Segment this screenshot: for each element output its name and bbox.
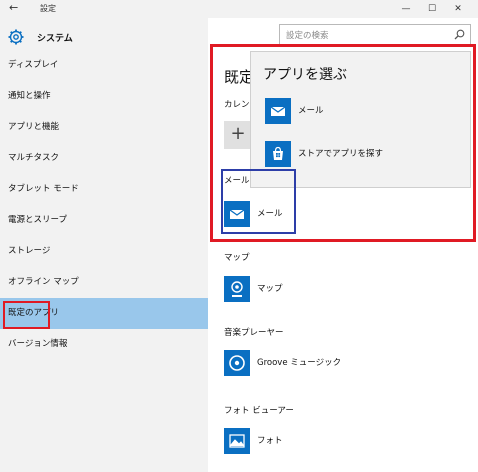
search-input[interactable]: 設定の検索 bbox=[279, 24, 471, 45]
back-arrow-icon[interactable]: ← bbox=[9, 1, 18, 14]
sidebar-item-offline-maps[interactable]: オフライン マップ bbox=[0, 267, 208, 298]
sidebar-nav: ディスプレイ 通知と操作 アプリと機能 マルチタスク タブレット モード 電源と… bbox=[0, 50, 208, 360]
sidebar-item-power-sleep[interactable]: 電源とスリープ bbox=[0, 205, 208, 236]
system-label: システム bbox=[37, 34, 73, 44]
system-header: システム bbox=[0, 26, 208, 48]
window-title: 設定 bbox=[40, 4, 56, 13]
maximize-button[interactable]: ☐ bbox=[420, 0, 444, 18]
gear-icon bbox=[8, 29, 24, 45]
sidebar-item-display[interactable]: ディスプレイ bbox=[0, 50, 208, 81]
maps-app-name: マップ bbox=[257, 284, 283, 294]
sidebar-item-apps-features[interactable]: アプリと機能 bbox=[0, 112, 208, 143]
sidebar-item-multitasking[interactable]: マルチタスク bbox=[0, 143, 208, 174]
groove-music-icon bbox=[224, 350, 250, 376]
sidebar-item-notifications[interactable]: 通知と操作 bbox=[0, 81, 208, 112]
sidebar-item-tablet-mode[interactable]: タブレット モード bbox=[0, 174, 208, 205]
music-player-label: 音楽プレーヤー bbox=[224, 328, 284, 338]
minimize-button[interactable]: — bbox=[394, 0, 418, 18]
music-app-name: Groove ミュージック bbox=[257, 358, 342, 368]
photo-viewer-label: フォト ビューアー bbox=[224, 406, 294, 416]
highlight-box-red bbox=[3, 301, 50, 329]
sidebar-item-storage[interactable]: ストレージ bbox=[0, 236, 208, 267]
sidebar: システム ディスプレイ 通知と操作 アプリと機能 マルチタスク タブレット モー… bbox=[0, 18, 208, 472]
highlight-box-blue bbox=[221, 169, 296, 234]
photos-icon bbox=[224, 428, 250, 454]
search-placeholder: 設定の検索 bbox=[286, 31, 329, 41]
title-bar: ← 設定 — ☐ ✕ bbox=[0, 0, 478, 18]
sidebar-item-default-apps[interactable]: 既定のアプリ bbox=[0, 298, 208, 329]
photo-app-name: フォト bbox=[257, 436, 283, 446]
sidebar-item-about[interactable]: バージョン情報 bbox=[0, 329, 208, 360]
search-icon[interactable] bbox=[454, 29, 465, 40]
close-button[interactable]: ✕ bbox=[446, 0, 470, 18]
maps-icon bbox=[224, 276, 250, 302]
maps-label: マップ bbox=[224, 253, 250, 263]
